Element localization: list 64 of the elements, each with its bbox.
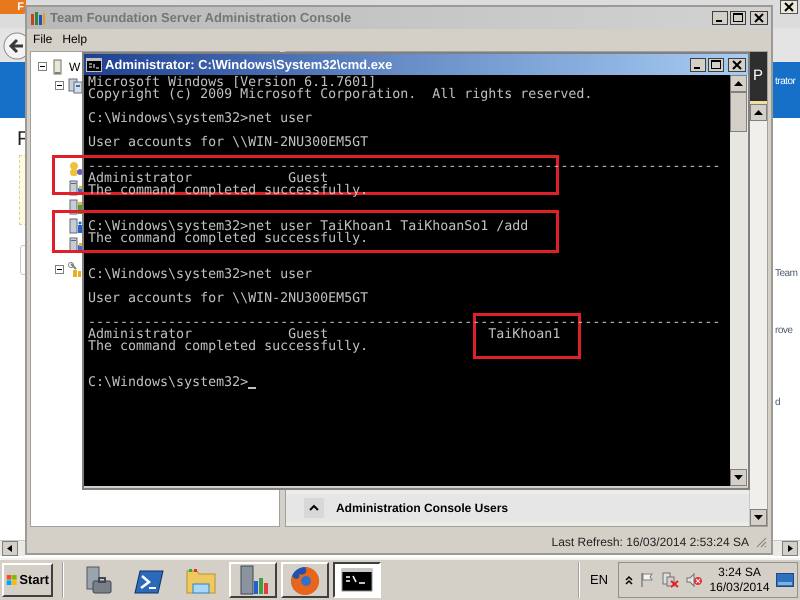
section-title: Administration Console Users [336,500,508,517]
window-title: Administrator: C:\Windows\System32\cmd.exe [105,56,394,74]
maximize-icon[interactable] [708,58,724,72]
vertical-scrollbar[interactable] [749,104,767,526]
servers-icon [68,78,84,94]
clock-date: 16/03/2014 [709,580,770,595]
scroll-right-icon[interactable] [782,541,798,556]
language-indicator[interactable]: EN [584,570,614,590]
firefox-icon [289,565,321,595]
console-line: Administrator Guest TaiKhoan1 [88,329,560,341]
console-line: User accounts for \\WIN-2NU300EM5GT [88,293,368,305]
menu-item[interactable]: File [33,30,52,48]
clock[interactable]: 3:24 SA 16/03/2014 [709,565,770,595]
windows-logo-icon [6,572,18,588]
console-line: The command completed successfully. [88,341,368,353]
scroll-up-icon[interactable] [730,75,747,92]
resize-grip-icon [755,536,767,548]
console-line: Microsoft Windows [Version 6.1.7601] [88,77,376,89]
horizontal-scrollbar[interactable] [0,540,25,556]
collapse-icon[interactable] [55,265,64,274]
console-line: C:\Windows\system32>net user [88,269,312,281]
close-icon[interactable] [780,0,798,14]
header-text: trator [775,75,796,89]
collapse-caret-icon[interactable] [304,498,324,518]
start-button[interactable]: Start [2,563,53,597]
tree-item[interactable]: W [69,58,80,76]
status-text: Last Refresh: 16/03/2014 2:53:24 SA [552,534,749,551]
network-error-icon[interactable] [661,572,679,588]
collapse-icon[interactable] [55,81,64,90]
console-line: The command completed successfully. [88,233,368,245]
speaker-muted-icon[interactable] [685,572,703,588]
pane-header-text: P [752,66,763,86]
vertical-scrollbar[interactable] [730,75,748,486]
back-button-icon[interactable] [3,31,25,61]
scroll-down-icon[interactable] [750,509,767,526]
scroll-left-icon[interactable] [2,541,18,556]
page-text: rove [775,324,792,338]
console-line: Administrator Guest [88,173,328,185]
minimize-icon[interactable] [690,58,706,72]
console-line: C:\Windows\system32>net user TaiKhoan1 TaiKhoanSo1 /add [88,221,528,233]
minimize-icon[interactable] [712,11,728,25]
show-desktop-icon[interactable] [776,573,794,587]
maximize-icon[interactable] [730,11,746,25]
close-icon[interactable] [750,11,768,25]
scroll-thumb[interactable] [730,92,747,132]
terminal-icon [86,58,102,72]
chevron-up-icon[interactable] [625,575,633,585]
console-line: C:\Windows\system32>net user [88,113,312,125]
console-line: Copyright (c) 2009 Microsoft Corporation. All rights reserved. [88,89,592,101]
app-icon [30,10,46,26]
close-icon[interactable] [728,58,746,72]
flag-icon[interactable] [639,572,655,588]
taskbar-button[interactable] [333,562,381,598]
menu-item[interactable]: Help [62,30,88,48]
scroll-up-icon[interactable] [750,104,767,121]
page-text: Team [775,267,798,281]
console-line: User accounts for \\WIN-2NU300EM5GT [88,137,368,149]
console-prompt: C:\Windows\system32> [88,377,248,389]
window-title: Team Foundation Server Administration Console [50,9,352,28]
horizontal-scrollbar[interactable] [773,540,800,556]
scroll-down-icon[interactable] [730,469,747,486]
clock-time: 3:24 SA [718,565,761,580]
page-text: d [775,396,780,410]
collapse-icon[interactable] [38,62,47,71]
